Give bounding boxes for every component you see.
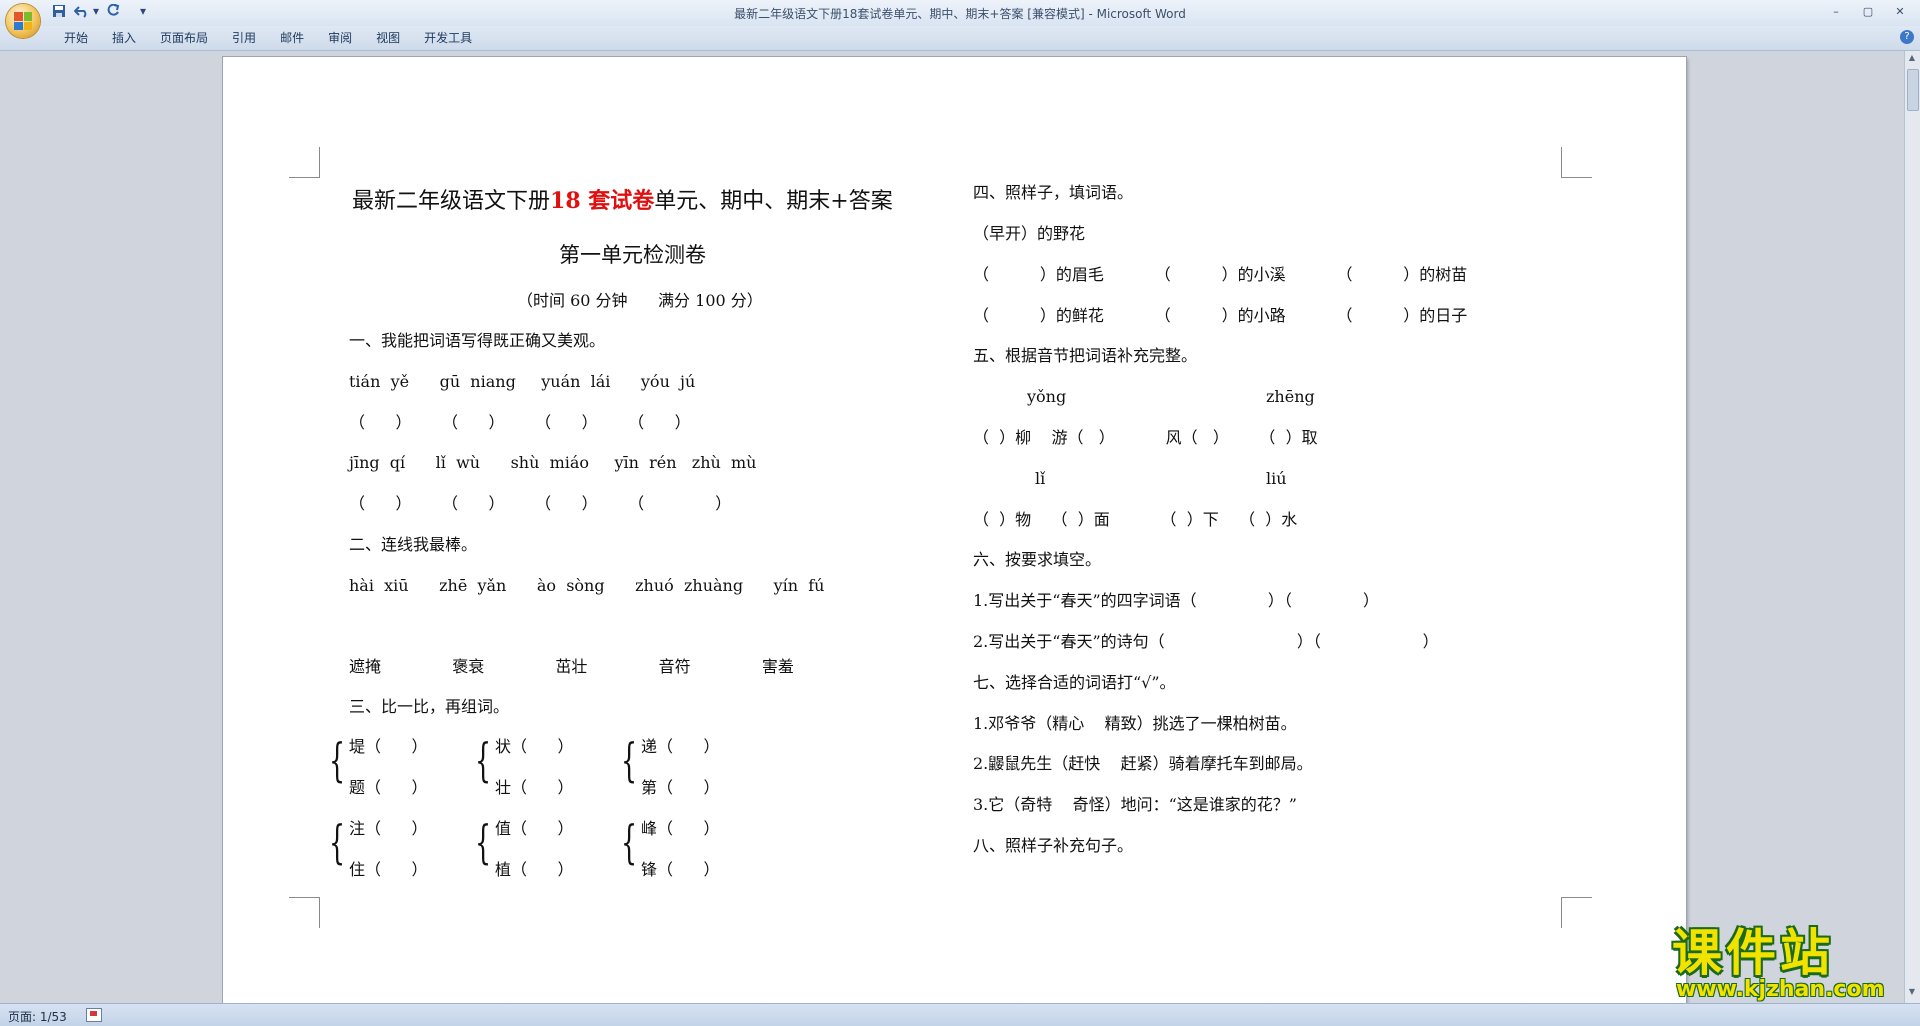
watermark-title: 课件站 [1672,924,1834,982]
section-7-question-1: 1.邓爷爷（精心 精致）挑选了一棵柏树苗。 [973,714,1297,733]
vertical-scrollbar[interactable]: ▲ ▼ [1904,51,1920,1003]
section-4-row-2: （ ）的鲜花 （ ）的小路 （ ）的日子 [973,306,1468,325]
scroll-up-icon[interactable]: ▲ [1907,53,1917,65]
brace: { [475,733,492,787]
section-5-row-1: （ ）柳 游（ ） 风（ ） （ ）取 [973,428,1318,447]
tab-page-layout[interactable]: 页面布局 [148,30,220,46]
compare-item: 注（ ） [349,819,428,838]
section-2-words: 遮掩 褒衰 茁壮 音符 害羞 [349,657,794,676]
section-7-heading: 七、选择合适的词语打“√”。 [973,673,1176,692]
scroll-down-icon[interactable]: ▼ [1907,987,1917,999]
close-button[interactable]: ✕ [1886,2,1914,20]
crop-mark-bottom-left [289,897,320,928]
section-4-heading: 四、照样子，填词语。 [973,183,1134,202]
section-5-row-2: （ ）物 （ ）面 （ ）下 （ ）水 [973,510,1298,529]
section-5-heading: 五、根据音节把词语补充完整。 [973,346,1198,365]
section-1-pinyin-row-1: tián yě gū niang yuán lái yóu jú [349,372,696,391]
section-2-pinyin: hài xiū zhē yǎn ào sòng zhuó zhuàng yín … [349,576,825,595]
brace: { [329,815,346,869]
section-5-pinyin: liú [1266,469,1287,488]
document-title: 最新二年级语文下册18 套试卷单元、期中、期末+答案 [352,188,893,214]
compare-item: 第（ ） [641,778,720,797]
compare-item: 值（ ） [495,819,574,838]
section-1-pinyin-row-2: jīng qí lǐ wù shù miáo yīn rén zhù mù [349,453,757,472]
section-6-heading: 六、按要求填空。 [973,550,1102,569]
minimize-button[interactable]: – [1822,2,1850,20]
window-title: 最新二年级语文下册18套试卷单元、期中、期末+答案 [兼容模式] - Micro… [734,7,1186,21]
crop-mark-top-left [289,147,320,178]
section-1-blank-row-2: （ ） （ ） （ ） （ ） [349,494,732,513]
section-5-pinyin: lǐ [1035,469,1046,488]
help-icon[interactable]: ? [1900,30,1914,44]
compare-item: 植（ ） [495,860,574,879]
section-1-heading: 一、我能把词语写得既正确又美观。 [349,331,606,350]
section-4-example: （早开）的野花 [973,224,1086,243]
tab-developer[interactable]: 开发工具 [412,30,484,46]
watermark-url: www.kjzhan.com [1676,977,1885,1002]
compare-item: 堤（ ） [349,737,428,756]
section-1-blank-row-1: （ ） （ ） （ ） （ ） [349,413,691,432]
compare-item: 峰（ ） [641,819,720,838]
section-5-pinyin: zhēng [1266,387,1315,406]
time-info: （时间 60 分钟 满分 100 分） [517,291,763,310]
compare-item: 锋（ ） [641,860,720,879]
brace: { [475,815,492,869]
compare-item: 题（ ） [349,778,428,797]
ribbon-tab-bar: 开始 插入 页面布局 引用 邮件 审阅 视图 开发工具 ? [0,26,1920,51]
compare-item: 递（ ） [641,737,720,756]
section-2-heading: 二、连线我最棒。 [349,535,478,554]
tab-mailings[interactable]: 邮件 [268,30,316,46]
section-7-question-2: 2.鼹鼠先生（赶快 赶紧）骑着摩托车到邮局。 [973,754,1313,773]
section-3-heading: 三、比一比，再组词。 [349,697,510,716]
document-page[interactable]: 最新二年级语文下册18 套试卷单元、期中、期末+答案 第一单元检测卷 （时间 6… [223,57,1686,1003]
section-6-question-2: 2.写出关于“春天”的诗句（ ）（ ） [973,632,1439,651]
compare-item: 壮（ ） [495,778,574,797]
section-7-question-3: 3.它（奇特 奇怪）地问：“这是谁家的花？” [973,795,1297,814]
maximize-button[interactable]: ▢ [1854,2,1882,20]
compare-item: 状（ ） [495,737,574,756]
page-count[interactable]: 页面: 1/53 [8,1008,67,1025]
proofing-icon[interactable] [86,1008,102,1022]
brace: { [329,733,346,787]
watermark-logo: 课件站 www.kjzhan.com [1672,925,1904,1003]
section-5-pinyin: yǒng [1027,387,1067,406]
tab-view[interactable]: 视图 [364,30,412,46]
section-4-row-1: （ ）的眉毛 （ ）的小溪 （ ）的树苗 [973,265,1468,284]
brace: { [621,733,638,787]
tab-home[interactable]: 开始 [52,30,100,46]
status-bar: 页面: 1/53 [0,1003,1920,1026]
crop-mark-bottom-right [1561,897,1592,928]
office-logo-icon [14,12,32,30]
tab-references[interactable]: 引用 [220,30,268,46]
scrollbar-thumb[interactable] [1907,69,1919,111]
compare-item: 住（ ） [349,860,428,879]
section-6-question-1: 1.写出关于“春天”的四字词语（ ）（ ） [973,591,1380,610]
window-controls: – ▢ ✕ [1822,2,1914,20]
document-workspace[interactable]: 最新二年级语文下册18 套试卷单元、期中、期末+答案 第一单元检测卷 （时间 6… [0,51,1905,1003]
document-subtitle: 第一单元检测卷 [559,243,706,267]
section-8-heading: 八、照样子补充句子。 [973,836,1134,855]
title-bar: ▾ ▾ 最新二年级语文下册18套试卷单元、期中、期末+答案 [兼容模式] - M… [0,0,1920,38]
brace: { [621,815,638,869]
tab-insert[interactable]: 插入 [100,30,148,46]
office-button[interactable] [6,4,40,38]
crop-mark-top-right [1561,147,1592,178]
tab-review[interactable]: 审阅 [316,30,364,46]
